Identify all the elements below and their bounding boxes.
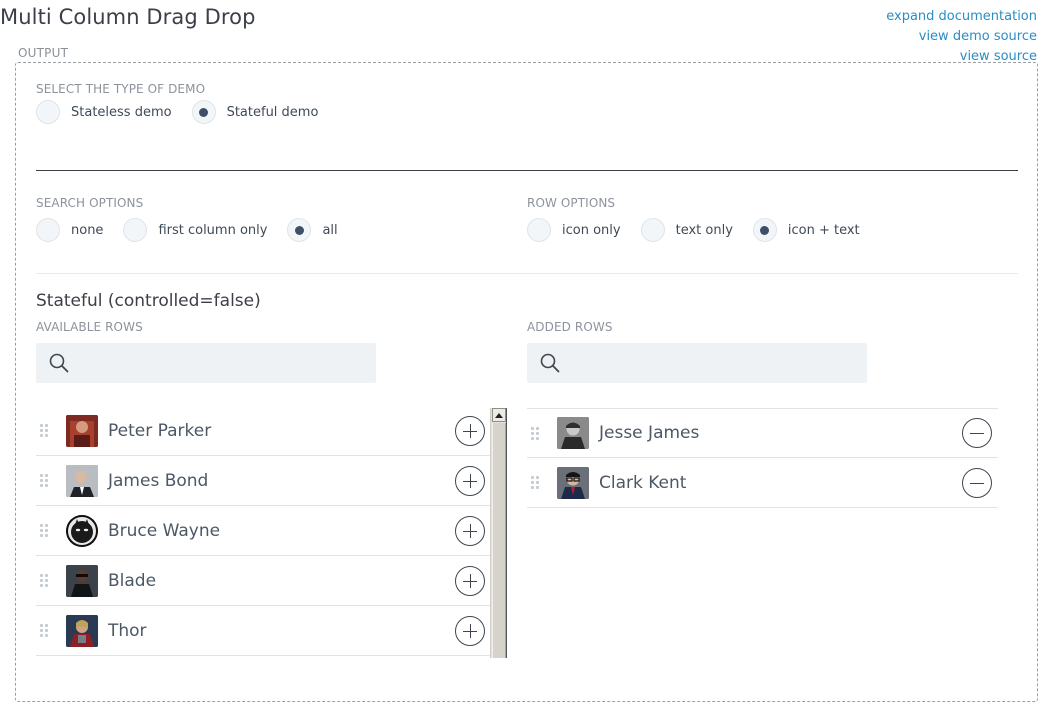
list-item[interactable]: Peter Parker [36, 406, 491, 456]
radio-circle [123, 218, 148, 242]
drag-handle-icon[interactable] [40, 423, 48, 439]
radio-label: icon only [562, 222, 621, 238]
scroll-up-arrow-icon[interactable] [492, 408, 506, 422]
radio-circle-selected [191, 100, 216, 124]
available-search-box [36, 343, 376, 383]
radio-circle-selected [752, 218, 777, 242]
drag-handle-icon[interactable] [40, 623, 48, 639]
row-name: James Bond [108, 470, 209, 491]
remove-button[interactable] [962, 467, 992, 498]
thor-avatar [66, 614, 98, 647]
available-search-input[interactable] [78, 343, 376, 383]
row-name: Peter Parker [108, 420, 212, 441]
search-icon [540, 353, 560, 373]
radio-circle [36, 100, 60, 124]
stateful-section-title: Stateful (controlled=false) [36, 291, 261, 311]
search-icon [49, 353, 69, 373]
radio-label: text only [675, 222, 733, 238]
radio-label: all [322, 222, 338, 238]
radio-search-first-column-only[interactable]: first column only [123, 218, 267, 242]
top-links: expand documentation view demo source vi… [886, 7, 1037, 67]
divider [36, 273, 1018, 274]
search-options-label: SEARCH OPTIONS [36, 196, 144, 210]
radio-stateless-demo[interactable]: Stateless demo [36, 100, 172, 124]
radio-label: Stateless demo [71, 104, 172, 120]
demo-type-radio-group: Stateless demo Stateful demo [36, 100, 338, 124]
row-name: Jesse James [599, 423, 700, 443]
clark-kent-avatar [557, 466, 589, 499]
list-item[interactable]: Bruce Wayne [36, 506, 491, 556]
list-item[interactable]: Thor [36, 606, 491, 656]
add-button[interactable] [455, 565, 485, 596]
remove-button[interactable] [962, 418, 992, 448]
batman-avatar [66, 514, 98, 547]
search-options-radio-group: none first column only all [36, 218, 358, 242]
radio-label: none [71, 222, 104, 238]
radio-circle-selected [287, 218, 312, 242]
radio-row-icon-plus-text[interactable]: icon + text [752, 218, 860, 242]
radio-label: first column only [158, 222, 268, 238]
list-item[interactable]: Jesse James [527, 408, 998, 458]
radio-circle [527, 218, 551, 242]
available-list-scrollbar[interactable] [490, 408, 507, 658]
added-rows-label: ADDED ROWS [527, 320, 613, 334]
scrollbar-thumb[interactable] [492, 423, 506, 658]
row-options-radio-group: icon only text only icon + text [527, 218, 880, 242]
add-button[interactable] [455, 615, 485, 646]
radio-row-icon-only[interactable]: icon only [527, 218, 621, 242]
view-demo-source-link[interactable]: view demo source [886, 27, 1037, 47]
demo-type-label: SELECT THE TYPE OF DEMO [36, 82, 206, 96]
available-rows-label: AVAILABLE ROWS [36, 320, 143, 334]
row-options-label: ROW OPTIONS [527, 196, 616, 210]
drag-handle-icon[interactable] [531, 475, 539, 491]
radio-label: Stateful demo [226, 104, 319, 120]
add-button[interactable] [455, 465, 485, 496]
drag-handle-icon[interactable] [40, 523, 48, 539]
james-bond-avatar [66, 464, 98, 497]
added-search-box [527, 343, 867, 383]
add-button[interactable] [455, 515, 485, 546]
row-name: Clark Kent [599, 472, 687, 493]
divider [36, 170, 1018, 171]
drag-handle-icon[interactable] [40, 573, 48, 589]
list-item[interactable]: James Bond [36, 456, 491, 506]
drag-handle-icon[interactable] [40, 473, 48, 489]
blade-avatar [66, 564, 98, 597]
drag-handle-icon[interactable] [531, 425, 539, 441]
expand-documentation-link[interactable]: expand documentation [886, 7, 1037, 27]
list-item[interactable]: Blade [36, 556, 491, 606]
added-search-input[interactable] [569, 343, 867, 383]
jesse-james-avatar [557, 417, 589, 449]
radio-search-none[interactable]: none [36, 218, 103, 242]
row-name: Blade [108, 570, 157, 591]
list-item[interactable]: Clark Kent [527, 458, 998, 508]
row-name: Bruce Wayne [108, 520, 221, 541]
radio-search-all[interactable]: all [287, 218, 338, 242]
radio-circle [640, 218, 665, 242]
add-button[interactable] [455, 415, 485, 446]
page-title: Multi Column Drag Drop [0, 5, 256, 29]
radio-circle [36, 218, 60, 242]
row-name: Thor [108, 620, 147, 641]
radio-stateful-demo[interactable]: Stateful demo [191, 100, 319, 124]
peter-parker-avatar [66, 414, 98, 447]
radio-row-text-only[interactable]: text only [640, 218, 733, 242]
output-label: OUTPUT [18, 46, 69, 60]
radio-label: icon + text [787, 222, 860, 238]
